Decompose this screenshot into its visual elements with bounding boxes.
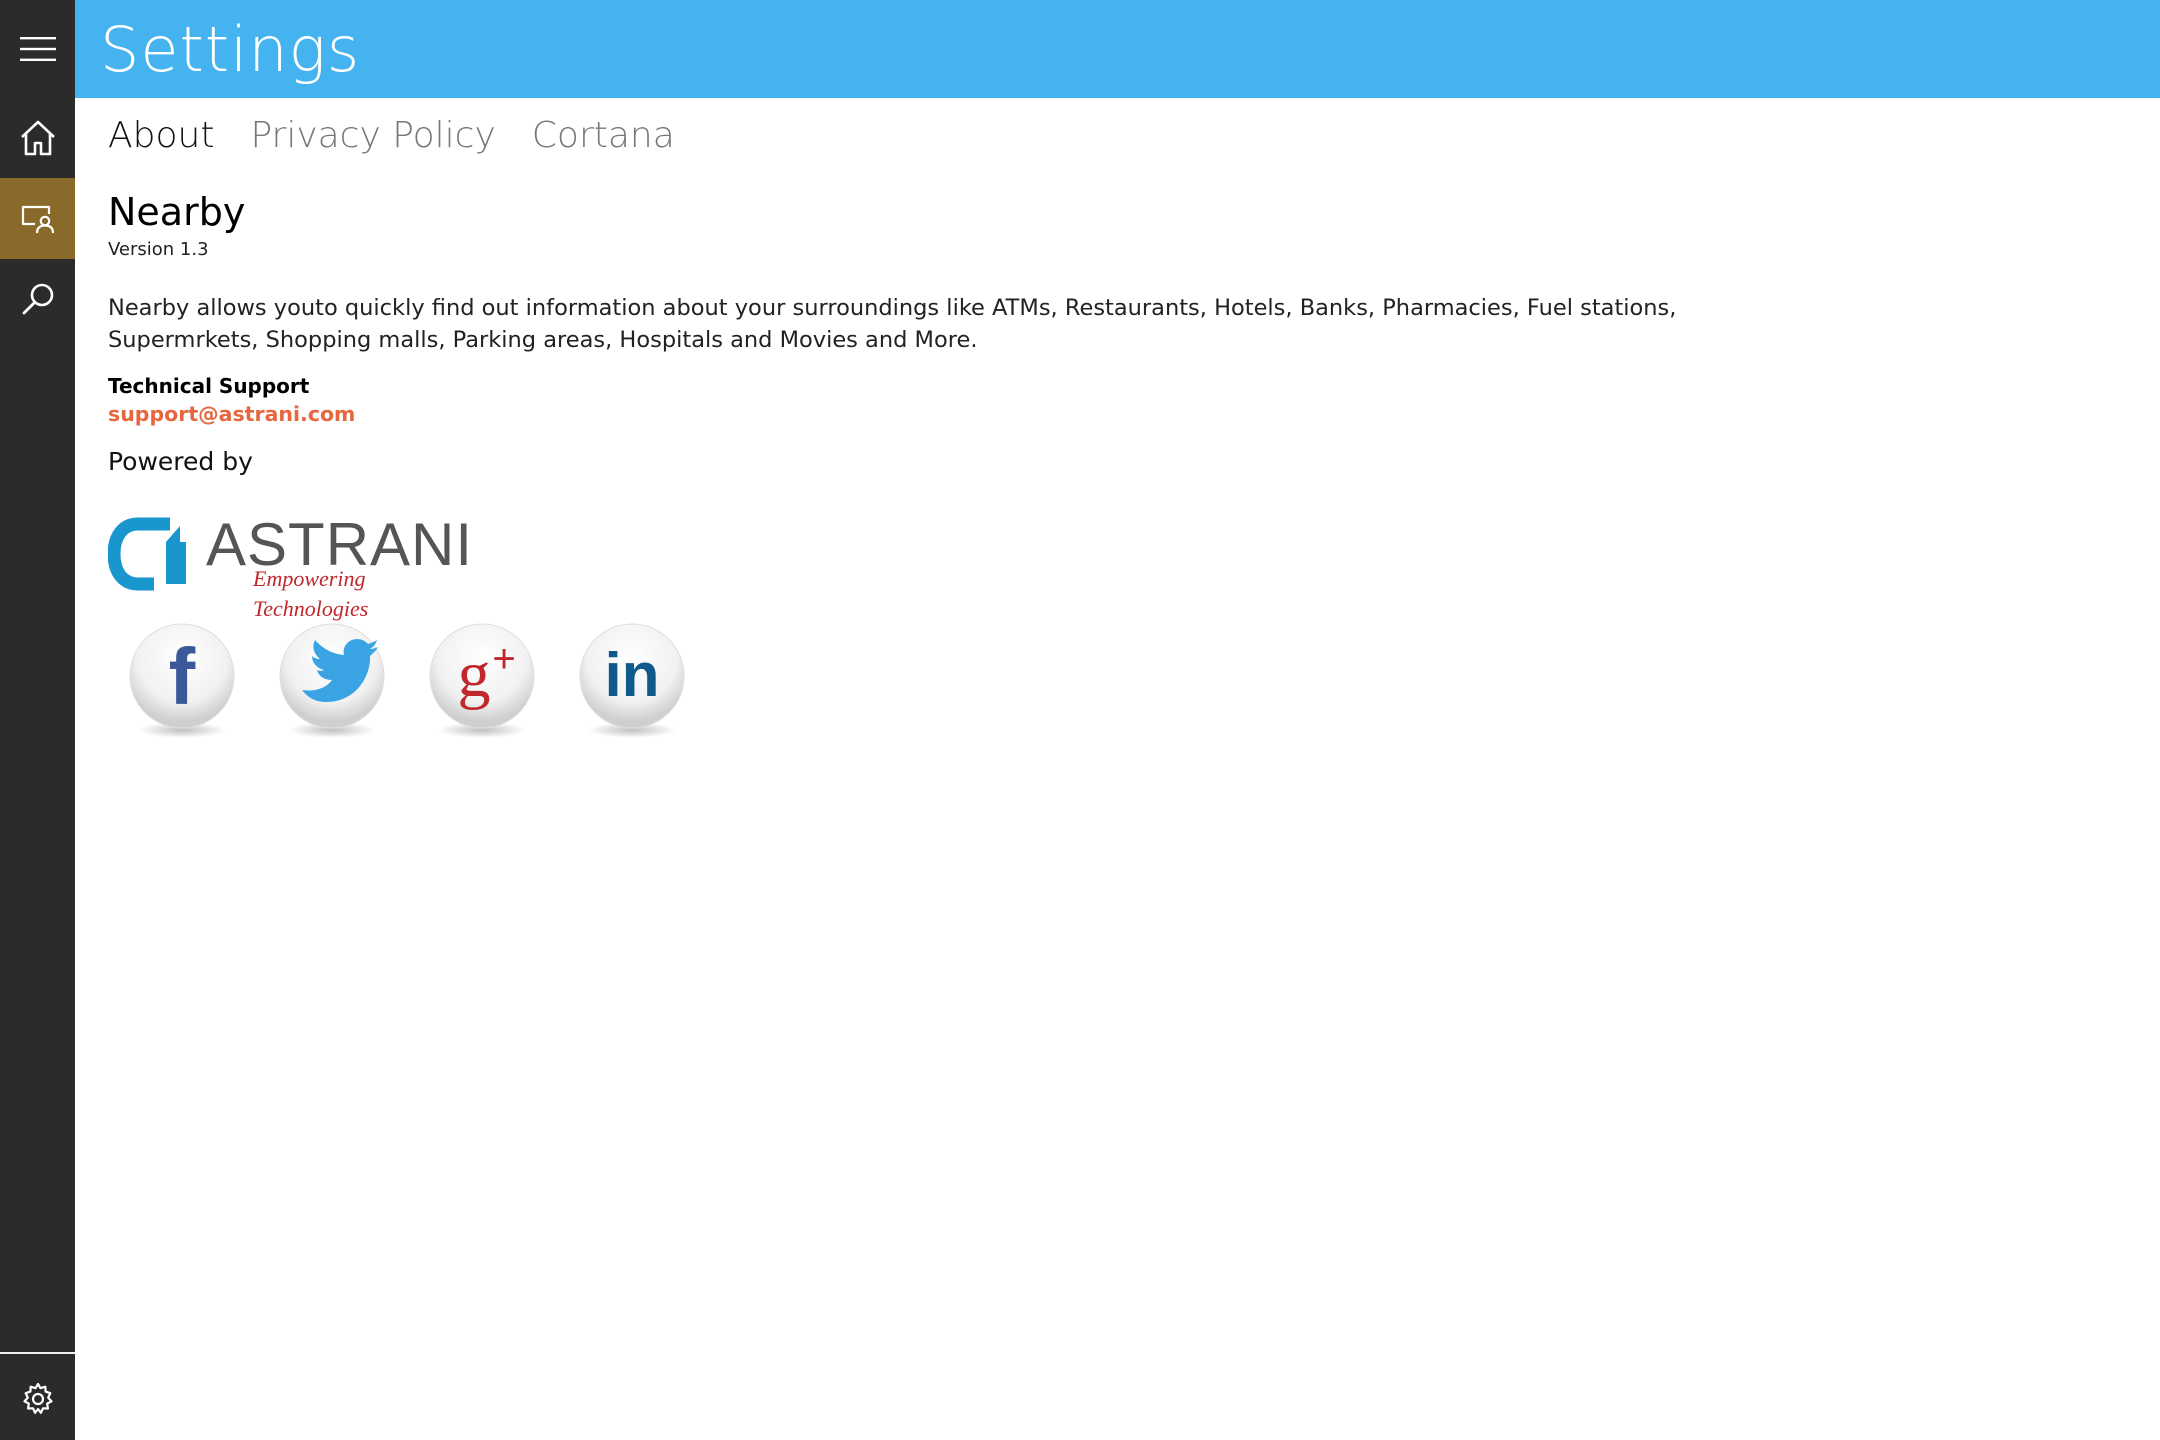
sidebar-divider	[0, 1352, 75, 1354]
tab-about[interactable]: About	[108, 108, 214, 164]
twitter-button[interactable]	[276, 620, 388, 740]
search-icon	[22, 283, 53, 315]
astrani-logo-mark	[108, 517, 186, 591]
linkedin-button[interactable]: in	[576, 620, 688, 740]
support-label: Technical Support	[108, 374, 310, 398]
svg-text:in: in	[604, 641, 659, 710]
app-name: Nearby	[108, 190, 246, 234]
facebook-button[interactable]: f	[126, 620, 238, 740]
google-plus-icon: g +	[429, 623, 535, 738]
linkedin-icon: in	[579, 623, 685, 738]
sidebar-item-settings[interactable]	[0, 1358, 75, 1440]
hamburger-icon	[19, 37, 56, 61]
powered-by-label: Powered by	[108, 447, 253, 476]
nav-sidebar	[0, 0, 75, 1440]
sidebar-item-nearby[interactable]	[0, 178, 75, 259]
svg-text:g: g	[458, 638, 491, 711]
app-description: Nearby allows youto quickly find out inf…	[108, 295, 1677, 353]
tab-bar: About Privacy Policy Cortana	[108, 108, 711, 164]
nearby-icon	[21, 205, 54, 233]
sidebar-item-search[interactable]	[0, 259, 75, 339]
support-email-link[interactable]: support@astrani.com	[108, 400, 355, 428]
title-bar: Settings	[75, 0, 2160, 98]
svg-text:+: +	[492, 637, 515, 681]
facebook-icon: f	[129, 623, 235, 738]
astrani-logo: ASTRANI Empowering Technologies	[108, 508, 472, 621]
page-title: Settings	[100, 13, 361, 86]
google-plus-button[interactable]: g +	[426, 620, 538, 740]
logo-tagline: Empowering Technologies	[253, 566, 369, 621]
sidebar-item-home[interactable]	[0, 98, 75, 178]
app-version: Version 1.3	[108, 239, 209, 260]
tab-privacy-policy[interactable]: Privacy Policy	[250, 108, 495, 164]
home-icon	[20, 120, 55, 156]
hamburger-menu-button[interactable]	[0, 0, 75, 98]
twitter-icon	[279, 623, 385, 738]
tab-cortana[interactable]: Cortana	[532, 108, 675, 164]
svg-text:f: f	[169, 632, 196, 721]
gear-icon	[22, 1382, 53, 1414]
